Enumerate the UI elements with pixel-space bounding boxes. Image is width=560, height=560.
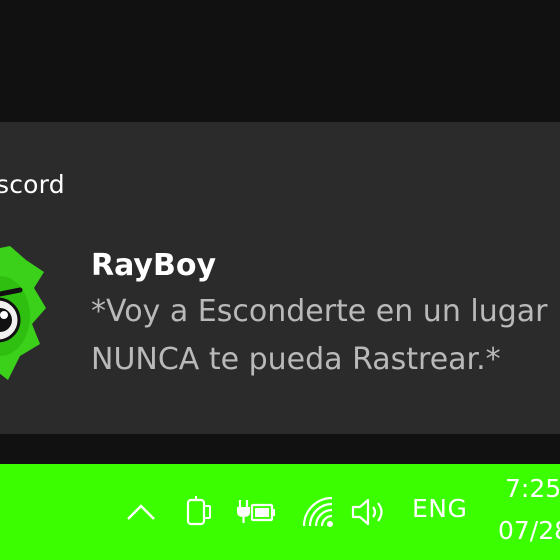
avatar	[0, 246, 46, 380]
volume-icon[interactable]	[350, 496, 390, 528]
power-plug-battery-icon[interactable]	[236, 496, 276, 528]
clock-time[interactable]: 7:25	[505, 474, 560, 503]
notification-message-line-1: *Voy a Esconderte en un lugar	[91, 294, 548, 329]
desktop-background-top	[0, 0, 560, 122]
notification-message-line-2: NUNCA te pueda Rastrear.*	[91, 342, 501, 377]
notification-sender: RayBoy	[91, 248, 217, 283]
notification-app-name: scord	[0, 170, 65, 199]
wifi-icon[interactable]	[300, 494, 334, 530]
avatar-character-icon	[0, 246, 46, 380]
notification-toast[interactable]: scord RayBoy *Voy a Esconderte en un lug…	[0, 122, 560, 434]
desktop-background-strip	[0, 434, 560, 464]
language-indicator[interactable]: ENG	[412, 494, 467, 523]
clock-date[interactable]: 07/28	[498, 516, 560, 545]
taskbar: ENG 7:25 07/28	[0, 464, 560, 560]
device-icon[interactable]	[184, 494, 214, 530]
chevron-up-icon[interactable]	[126, 502, 156, 522]
